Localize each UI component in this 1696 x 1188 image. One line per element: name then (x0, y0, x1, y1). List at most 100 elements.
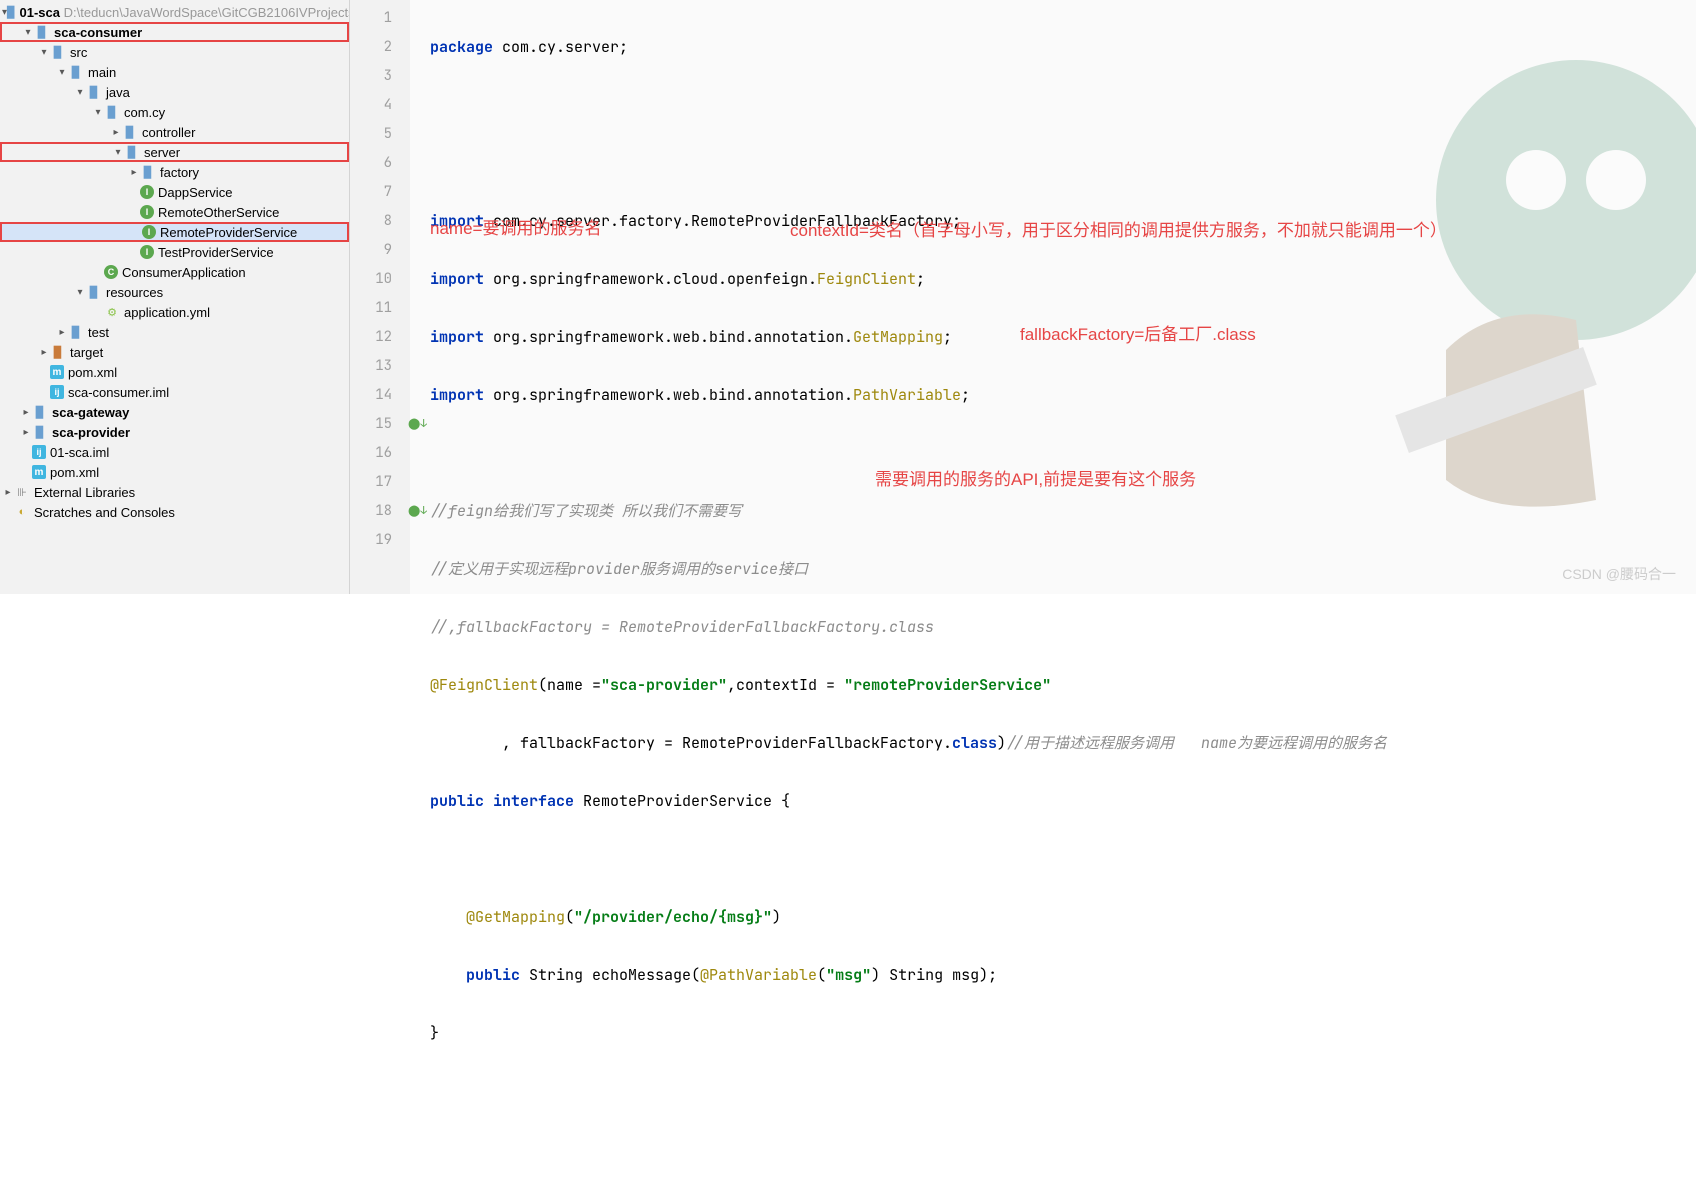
annotation-contextid: contextId=类名（首字母小写，用于区分相同的调用提供方服务，不加就只能调… (790, 218, 1510, 244)
tree-item-gateway[interactable]: ▸▉sca-gateway (0, 402, 349, 422)
code-line: public interface RemoteProviderService { (430, 787, 1696, 816)
annotation-fallback: fallbackFactory=后备工厂.class (1020, 320, 1256, 349)
package-icon: ▉ (104, 104, 120, 120)
tree-item-testprovider[interactable]: ITestProviderService (0, 242, 349, 262)
tree-item-package[interactable]: ▾▉com.cy (0, 102, 349, 122)
tree-item-java[interactable]: ▾▉java (0, 82, 349, 102)
tree-item-factory[interactable]: ▸▉ factory (0, 162, 349, 182)
folder-icon: ▉ (34, 24, 50, 40)
code-line: //定义用于实现远程provider服务调用的service接口 (430, 555, 1696, 584)
tree-label: 01-sca (20, 5, 60, 20)
class-icon: C (104, 265, 118, 279)
interface-icon: I (140, 205, 154, 219)
tree-item-controller[interactable]: ▸▉controller (0, 122, 349, 142)
package-icon: ▉ (122, 124, 138, 140)
interface-icon: I (140, 245, 154, 259)
code-line: public String echoMessage(@PathVariable(… (430, 961, 1696, 990)
code-line: //,fallbackFactory = RemoteProviderFallb… (430, 613, 1696, 642)
tree-label: External Libraries (34, 485, 135, 500)
line-number: 4 (350, 91, 392, 120)
maven-icon: m (32, 465, 46, 479)
tree-label: RemoteOtherService (158, 205, 279, 220)
tree-item-dappservice[interactable]: IDappService (0, 182, 349, 202)
tree-label: test (88, 325, 109, 340)
tree-item-provider[interactable]: ▸▉sca-provider (0, 422, 349, 442)
scratch-icon: ◐ (14, 504, 30, 520)
maven-icon: m (50, 365, 64, 379)
tree-item-remoteprovider[interactable]: IRemoteProviderService (0, 222, 349, 242)
tree-item-consumerapp[interactable]: CConsumerApplication (0, 262, 349, 282)
code-line: @GetMapping("/provider/echo/{msg}") (430, 903, 1696, 932)
package-icon: ▉ (140, 164, 156, 180)
tree-label: sca-gateway (52, 405, 129, 420)
line-number: 2 (350, 33, 392, 62)
tree-item-root[interactable]: ▾▉01-sca D:\teducn\JavaWordSpace\GitCGB2… (0, 2, 349, 22)
line-number: 9 (350, 236, 392, 265)
line-number: 10 (350, 265, 392, 294)
tree-label: sca-provider (52, 425, 130, 440)
code-line: @FeignClient(name ="sca-provider",contex… (430, 671, 1696, 700)
project-tree-sidebar: ▾▉01-sca D:\teducn\JavaWordSpace\GitCGB2… (0, 0, 350, 594)
tree-item-server[interactable]: ▾▉ server (0, 142, 349, 162)
line-number: 3 (350, 62, 392, 91)
folder-icon: ▉ (86, 284, 102, 300)
line-number: 13 (350, 352, 392, 381)
code-line (430, 439, 1696, 468)
code-line (430, 845, 1696, 874)
tree-label: pom.xml (50, 465, 99, 480)
chevron-right-icon: ▸ (110, 127, 122, 138)
line-number: 8 (350, 207, 392, 236)
chevron-right-icon: ▸ (38, 347, 50, 358)
line-number: 5 (350, 120, 392, 149)
line-number: 15 (350, 410, 392, 439)
tree-path: D:\teducn\JavaWordSpace\GitCGB2106IVProj… (64, 5, 350, 20)
code-line: //feign给我们写了实现类 所以我们不需要写 (430, 497, 1696, 526)
code-line: } (430, 1019, 1696, 1048)
folder-icon: ▉ (7, 4, 15, 20)
line-number: 17 (350, 468, 392, 497)
tree-label: RemoteProviderService (160, 225, 297, 240)
annotation-name: name=要调用的服务名 (430, 214, 601, 243)
iml-icon: ij (50, 385, 64, 399)
tree-label: java (106, 85, 130, 100)
tree-item-external[interactable]: ▸⊪External Libraries (0, 482, 349, 502)
folder-icon: ▉ (50, 344, 66, 360)
tree-item-target[interactable]: ▸▉target (0, 342, 349, 362)
annotation-api: 需要调用的服务的API,前提是要有这个服务 (875, 465, 1196, 494)
tree-item-appyml[interactable]: ⚙application.yml (0, 302, 349, 322)
tree-label: DappService (158, 185, 232, 200)
folder-icon: ▉ (68, 324, 84, 340)
tree-item-resources[interactable]: ▾▉resources (0, 282, 349, 302)
line-number: 12 (350, 323, 392, 352)
tree-label: sca-consumer (54, 25, 142, 40)
code-area[interactable]: package com.cy.server; import com.cy.ser… (410, 0, 1696, 594)
chevron-right-icon: ▸ (20, 407, 32, 418)
code-line (430, 149, 1696, 178)
code-line: package com.cy.server; (430, 33, 1696, 62)
tree-label: sca-consumer.iml (68, 385, 169, 400)
chevron-down-icon: ▾ (112, 147, 124, 158)
tree-item-scratches[interactable]: ◐ Scratches and Consoles (0, 502, 349, 522)
folder-icon: ▉ (86, 84, 102, 100)
line-number: 18 (350, 497, 392, 526)
tree-label: Scratches and Consoles (34, 505, 175, 520)
tree-label: 01-sca.iml (50, 445, 109, 460)
tree-label: factory (160, 165, 199, 180)
tree-item-sca-consumer[interactable]: ▾▉sca-consumer (0, 22, 349, 42)
tree-item-src[interactable]: ▾▉src (0, 42, 349, 62)
chevron-right-icon: ▸ (128, 167, 140, 178)
watermark: CSDN @腰码合一 (1562, 564, 1676, 584)
tree-label: server (144, 145, 180, 160)
tree-item-pom2[interactable]: m pom.xml (0, 462, 349, 482)
chevron-right-icon: ▸ (20, 427, 32, 438)
line-number: 1 (350, 4, 392, 33)
tree-item-remoteother[interactable]: I RemoteOtherService (0, 202, 349, 222)
tree-item-iml2[interactable]: ij01-sca.iml (0, 442, 349, 462)
tree-item-iml1[interactable]: ij sca-consumer.iml (0, 382, 349, 402)
tree-item-pom1[interactable]: mpom.xml (0, 362, 349, 382)
yml-icon: ⚙ (104, 304, 120, 320)
tree-item-main[interactable]: ▾▉main (0, 62, 349, 82)
package-icon: ▉ (124, 144, 140, 160)
tree-item-test[interactable]: ▸▉test (0, 322, 349, 342)
line-number: 19 (350, 526, 392, 555)
